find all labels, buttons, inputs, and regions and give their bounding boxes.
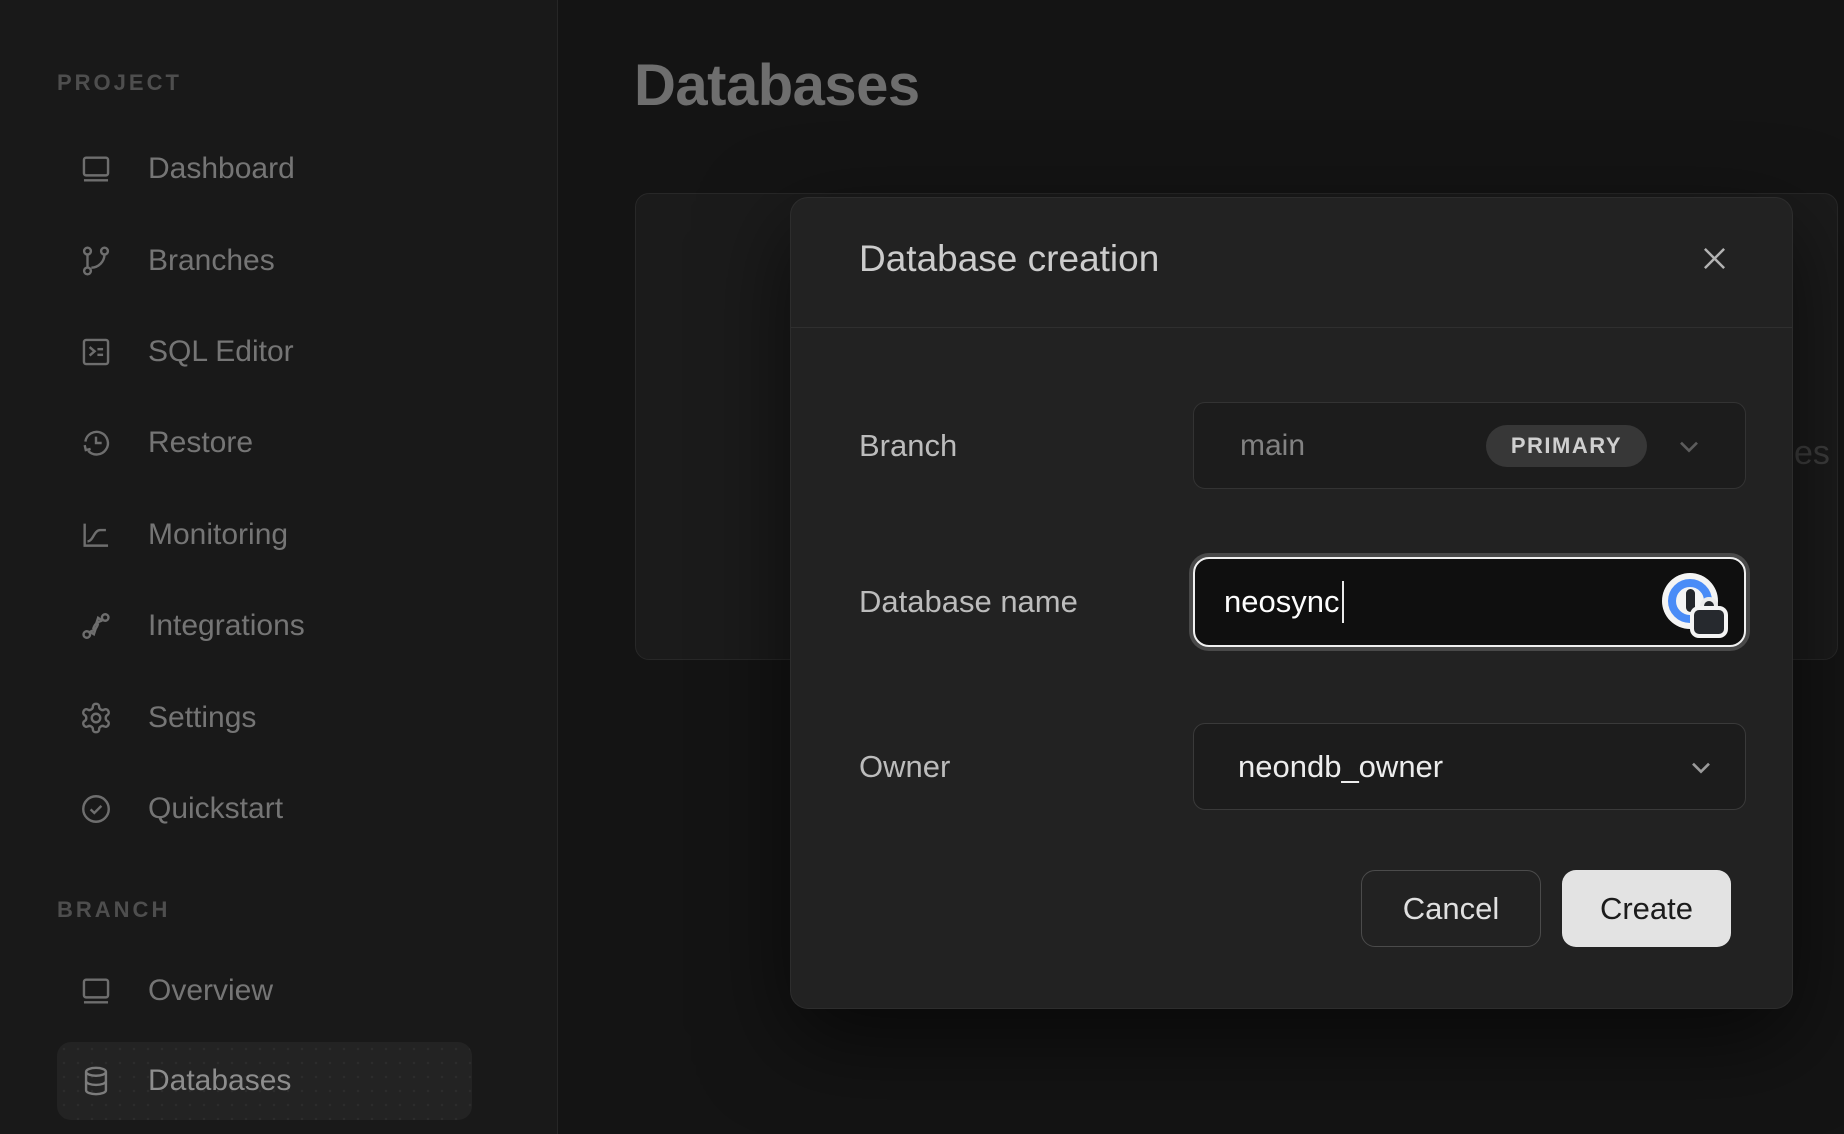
chevron-down-icon xyxy=(1673,430,1705,462)
restore-history-icon xyxy=(78,425,114,461)
branch-select[interactable]: main PRIMARY xyxy=(1193,402,1746,489)
database-name-value: neosync xyxy=(1224,584,1339,620)
sidebar-item-databases[interactable]: Databases xyxy=(57,1042,472,1120)
onepassword-icon[interactable] xyxy=(1662,572,1720,632)
sql-editor-icon xyxy=(78,334,114,370)
integrations-icon xyxy=(78,608,114,644)
sidebar-item-label: Branches xyxy=(148,244,275,278)
text-cursor xyxy=(1342,581,1344,623)
database-name-input[interactable]: neosync xyxy=(1193,557,1746,647)
sidebar-item-label: Databases xyxy=(148,1064,291,1098)
sidebar-item-label: Overview xyxy=(148,974,273,1008)
database-icon xyxy=(78,1063,114,1099)
branch-field-label: Branch xyxy=(859,428,957,464)
sidebar-section-project: PROJECT xyxy=(57,70,182,96)
git-branch-icon xyxy=(78,243,114,279)
database-creation-modal: Database creation Branch main PRIMARY xyxy=(790,197,1793,1009)
owner-field-row: Owner neondb_owner xyxy=(791,723,1792,810)
branch-field-row: Branch main PRIMARY xyxy=(791,402,1792,489)
sidebar-item-settings[interactable]: Settings xyxy=(57,672,472,763)
sidebar-item-sql-editor[interactable]: SQL Editor xyxy=(57,306,472,397)
create-button[interactable]: Create xyxy=(1562,870,1731,947)
sidebar-item-restore[interactable]: Restore xyxy=(57,397,472,488)
close-icon xyxy=(1698,242,1731,275)
sidebar-item-overview[interactable]: Overview xyxy=(57,945,472,1036)
cancel-button[interactable]: Cancel xyxy=(1361,870,1541,947)
database-name-field-row: Database name neosync xyxy=(791,557,1792,647)
sidebar-item-label: SQL Editor xyxy=(148,335,294,369)
branch-select-value: main xyxy=(1240,429,1305,463)
owner-select-value: neondb_owner xyxy=(1238,749,1443,785)
owner-field-label: Owner xyxy=(859,749,950,785)
overview-icon xyxy=(78,973,114,1009)
dashboard-icon xyxy=(78,151,114,187)
sidebar: PROJECT Dashboard Branches xyxy=(0,0,558,1134)
sidebar-item-dashboard[interactable]: Dashboard xyxy=(57,123,472,214)
monitoring-chart-icon xyxy=(78,517,114,553)
sidebar-section-branch: BRANCH xyxy=(57,897,170,923)
database-name-field-label: Database name xyxy=(859,584,1078,620)
check-circle-icon xyxy=(78,791,114,827)
chevron-down-icon xyxy=(1685,751,1717,783)
sidebar-item-label: Monitoring xyxy=(148,518,288,552)
owner-select[interactable]: neondb_owner xyxy=(1193,723,1746,810)
modal-footer: Cancel Create xyxy=(1361,870,1731,947)
modal-title: Database creation xyxy=(859,238,1159,280)
sidebar-item-label: Integrations xyxy=(148,609,305,643)
primary-badge: PRIMARY xyxy=(1486,425,1647,467)
sidebar-item-label: Restore xyxy=(148,426,253,460)
sidebar-item-quickstart[interactable]: Quickstart xyxy=(57,763,472,854)
page-title: Databases xyxy=(634,52,920,119)
lock-icon xyxy=(1694,610,1724,634)
modal-header-divider xyxy=(791,327,1792,328)
sidebar-item-monitoring[interactable]: Monitoring xyxy=(57,489,472,580)
sidebar-item-label: Quickstart xyxy=(148,792,283,826)
sidebar-item-branches[interactable]: Branches xyxy=(57,215,472,306)
gear-icon xyxy=(78,700,114,736)
app-window: PROJECT Dashboard Branches xyxy=(0,0,1844,1134)
sidebar-item-label: Settings xyxy=(148,701,256,735)
sidebar-item-integrations[interactable]: Integrations xyxy=(57,580,472,671)
background-partial-text: es xyxy=(1794,434,1830,473)
sidebar-item-label: Dashboard xyxy=(148,152,295,186)
close-button[interactable] xyxy=(1696,240,1732,276)
